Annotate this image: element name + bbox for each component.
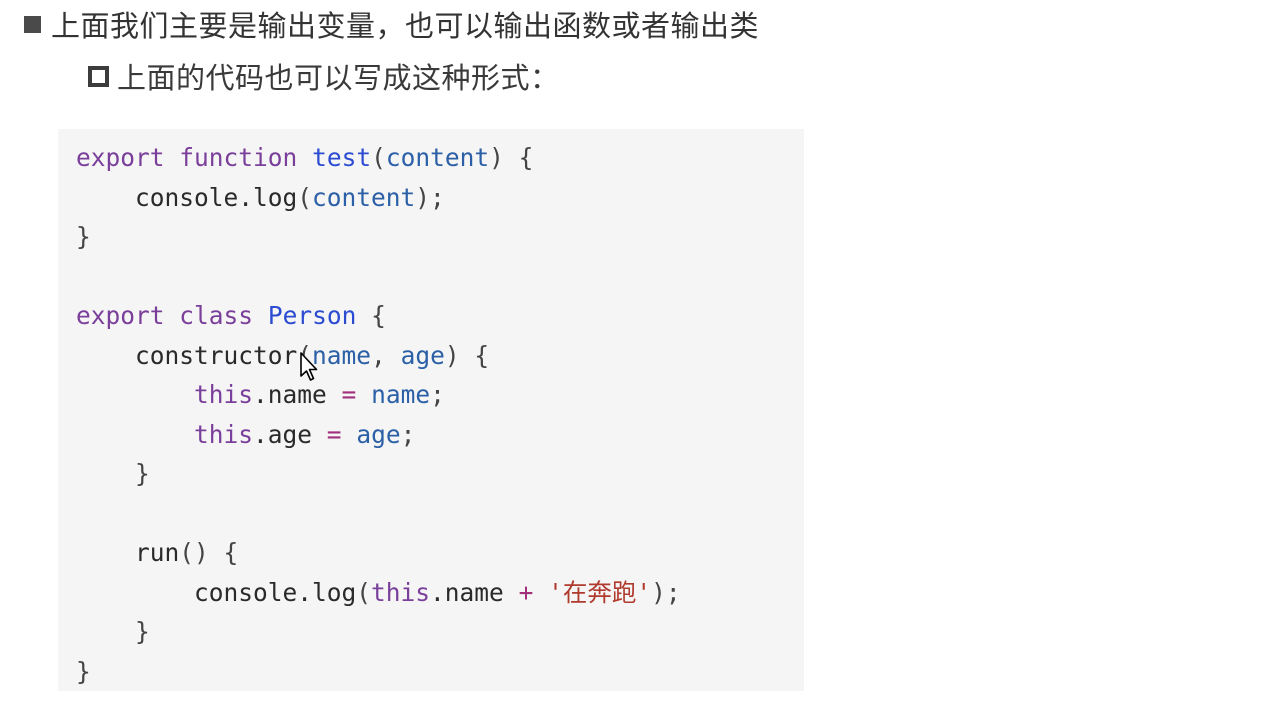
code-token: ( <box>371 143 386 172</box>
code-line: export class Person { <box>76 297 386 335</box>
code-token: test <box>312 143 372 172</box>
code-line: console.log(content); <box>76 179 445 217</box>
code-token: .age <box>253 419 327 449</box>
code-token: () { <box>179 538 239 567</box>
code-token: console.log <box>76 577 357 607</box>
code-line: console.log(this.name + '在奔跑'); <box>76 574 681 612</box>
code-block: export function test(content) { console.… <box>58 129 804 691</box>
code-token: function <box>179 143 298 172</box>
code-line: constructor(name, age) { <box>76 337 489 375</box>
code-token: '在奔跑' <box>548 577 652 607</box>
hollow-square-bullet-icon <box>88 65 109 87</box>
code-line: export function test(content) { <box>76 139 533 177</box>
code-token: = <box>341 380 357 409</box>
code-token: } <box>76 617 150 646</box>
bullet-item-2: 上面的代码也可以写成这种形式： <box>88 56 560 96</box>
mouse-pointer-icon <box>300 352 318 381</box>
code-token: ; <box>430 380 445 409</box>
bullet-text-2: 上面的代码也可以写成这种形式： <box>117 61 560 95</box>
code-token: { <box>356 301 386 330</box>
code-token: content <box>312 182 416 212</box>
code-token: + <box>518 577 534 607</box>
code-token: ) { <box>444 340 490 370</box>
code-token: export <box>76 301 165 330</box>
code-token: ( <box>297 182 313 212</box>
code-line: } <box>76 455 150 493</box>
code-token: constructor <box>76 340 298 370</box>
code-token: run <box>76 538 180 567</box>
code-token: , <box>371 340 401 370</box>
code-token: class <box>179 301 254 330</box>
code-token: name <box>371 380 431 409</box>
code-token: .name <box>253 380 342 409</box>
code-token: Person <box>267 301 357 330</box>
code-token: ( <box>356 577 372 607</box>
code-token: .name <box>430 577 519 607</box>
code-line: run() { <box>76 534 238 572</box>
code-line: } <box>76 613 150 651</box>
code-token: this <box>194 380 254 409</box>
code-token: content <box>385 143 490 172</box>
code-token: } <box>76 656 91 686</box>
code-token: } <box>76 459 150 488</box>
code-token: ) { <box>489 143 534 172</box>
code-token: export <box>76 143 165 172</box>
code-token: age <box>356 419 401 449</box>
bullet-text-1: 上面我们主要是输出变量，也可以输出函数或者输出类 <box>51 9 760 43</box>
code-token: ); <box>651 577 681 607</box>
code-line: this.age = age; <box>76 416 415 454</box>
code-line: } <box>76 653 91 691</box>
code-token: } <box>76 222 91 251</box>
code-token: = <box>326 419 342 449</box>
code-token: ); <box>415 182 445 212</box>
code-line: this.name = name; <box>76 376 445 414</box>
code-line: } <box>76 218 91 256</box>
code-token: console.log <box>76 182 298 212</box>
code-token: age <box>400 340 445 370</box>
code-token: this <box>371 577 431 607</box>
filled-square-bullet-icon <box>24 15 41 33</box>
code-token: name <box>312 340 372 370</box>
code-token: this <box>194 419 254 449</box>
bullet-item-1: 上面我们主要是输出变量，也可以输出函数或者输出类 <box>24 4 759 44</box>
code-token: ; <box>400 419 416 449</box>
